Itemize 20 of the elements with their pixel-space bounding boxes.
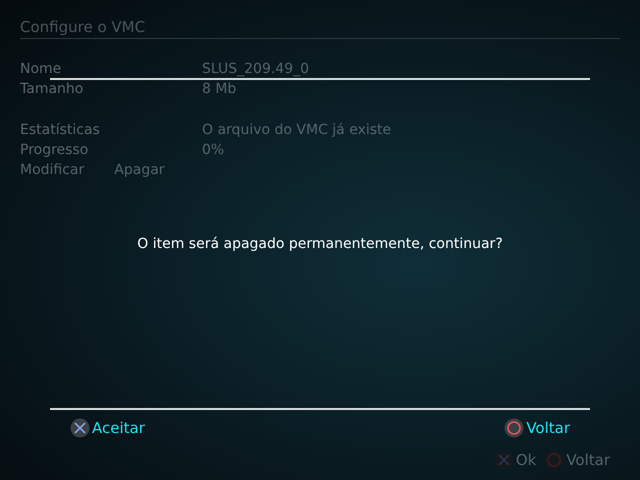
field-value: SLUS_209.49_0	[202, 60, 310, 79]
field-value: O arquivo do VMC já existe	[202, 121, 392, 140]
hint-label: Voltar	[566, 451, 610, 469]
dialog-button[interactable]: Aceitar	[70, 418, 145, 438]
cross-icon	[494, 450, 514, 470]
field-label: Progresso	[20, 141, 90, 160]
field-value: 8 Mb	[202, 80, 236, 99]
window-title: Configure o VMC	[20, 17, 146, 38]
action-label: Modificar	[20, 161, 84, 180]
circle-icon	[504, 418, 524, 438]
dialog-button[interactable]: Voltar	[504, 418, 570, 438]
field-label: Estatísticas	[20, 121, 101, 140]
cross-icon	[70, 418, 90, 438]
field-label: Tamanho	[20, 80, 84, 99]
field-value: 0%	[202, 141, 224, 160]
action-label: Apagar	[114, 161, 165, 180]
field-label: Nome	[20, 60, 62, 79]
hint-label: Ok	[516, 451, 536, 469]
circle-icon	[544, 450, 564, 470]
dialog-message: O item será apagado permanentemente, continuar?	[137, 236, 503, 252]
